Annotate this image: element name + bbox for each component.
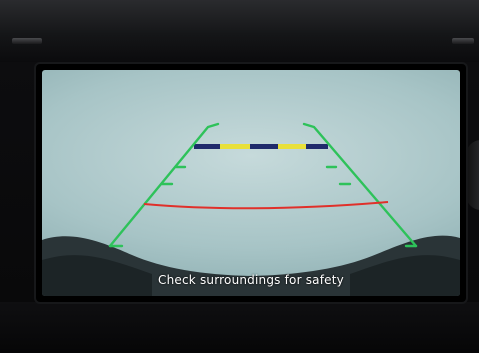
camera-overlay bbox=[42, 122, 460, 296]
right-guide-line bbox=[302, 122, 418, 248]
distance-warning-line bbox=[143, 201, 389, 210]
hitch-guide-bar bbox=[194, 144, 328, 149]
head-unit: Check surroundings for safety bbox=[0, 0, 479, 353]
safety-message: Check surroundings for safety bbox=[158, 273, 344, 287]
bezel-bottom bbox=[0, 302, 479, 353]
disc-slot-right bbox=[452, 38, 474, 44]
side-guide-lines bbox=[108, 122, 418, 248]
bezel-top bbox=[0, 0, 479, 62]
disc-slot-left bbox=[12, 38, 42, 44]
rear-camera-screen: Check surroundings for safety bbox=[42, 70, 460, 296]
volume-knob[interactable] bbox=[466, 140, 479, 210]
